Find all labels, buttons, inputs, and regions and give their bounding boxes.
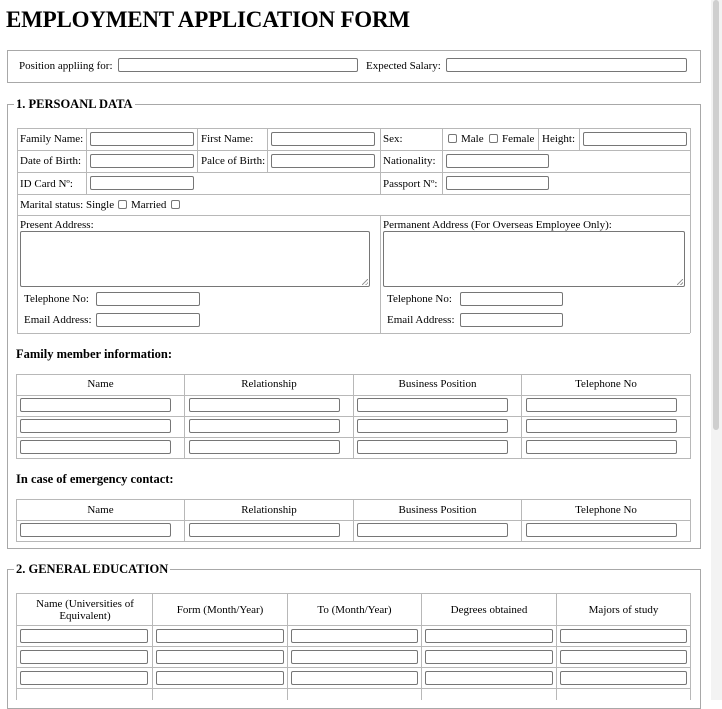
first-name-input[interactable]	[271, 132, 375, 146]
education-col-name: Name (Universities of Equivalent)	[36, 598, 134, 622]
education-col-degrees: Degrees obtained	[450, 604, 528, 616]
male-checkbox[interactable]	[448, 134, 457, 143]
present-address-label: Present Address:	[20, 219, 94, 231]
id-card-label: ID Card Nº:	[20, 178, 73, 190]
education-from-input[interactable]	[156, 650, 284, 664]
education-name-input[interactable]	[20, 650, 148, 664]
family-name-label: Family Name:	[20, 133, 84, 145]
family-position-input[interactable]	[357, 419, 508, 433]
family-relationship-input[interactable]	[189, 398, 340, 412]
height-label: Height:	[542, 133, 575, 145]
education-to-input[interactable]	[291, 629, 418, 643]
position-input[interactable]	[118, 58, 358, 72]
family-col-telephone: Telephone No	[575, 378, 637, 390]
permanent-address-textarea[interactable]	[383, 231, 685, 287]
education-legend: 2. GENERAL EDUCATION	[14, 562, 171, 577]
family-name-input[interactable]	[20, 398, 171, 412]
emergency-position-input[interactable]	[357, 523, 508, 537]
education-degree-input[interactable]	[425, 650, 553, 664]
family-name-input[interactable]	[20, 440, 171, 454]
permanent-telephone-label: Telephone No:	[387, 293, 452, 305]
scrollbar-thumb[interactable]	[713, 0, 719, 430]
family-name-input[interactable]	[90, 132, 194, 146]
resize-grip-icon[interactable]	[362, 279, 368, 285]
family-telephone-input[interactable]	[526, 419, 677, 433]
family-relationship-input[interactable]	[189, 419, 340, 433]
education-col-majors: Majors of study	[588, 604, 659, 616]
education-major-input[interactable]	[560, 671, 687, 685]
emergency-contact-heading: In case of emergency contact:	[16, 472, 174, 486]
family-col-business-position: Business Position	[398, 378, 477, 390]
education-degree-input[interactable]	[425, 629, 553, 643]
emergency-col-name: Name	[87, 504, 114, 516]
first-name-label: First Name:	[201, 133, 254, 145]
marital-status-label: Marital status: Single	[20, 199, 115, 211]
education-col-to: To (Month/Year)	[317, 604, 392, 616]
permanent-email-input[interactable]	[460, 313, 563, 327]
family-name-input[interactable]	[20, 419, 171, 433]
emergency-col-relationship: Relationship	[241, 504, 297, 516]
passport-label: Passport Nº:	[383, 178, 438, 190]
resize-grip-icon[interactable]	[677, 279, 683, 285]
salary-label: Expected Salary:	[366, 60, 441, 72]
education-to-input[interactable]	[291, 671, 418, 685]
family-telephone-input[interactable]	[526, 440, 677, 454]
present-telephone-input[interactable]	[96, 292, 200, 306]
education-from-input[interactable]	[156, 629, 284, 643]
single-checkbox[interactable]	[118, 200, 127, 209]
education-to-input[interactable]	[291, 650, 418, 664]
permanent-address-label: Permanent Address (For Overseas Employee…	[383, 219, 612, 231]
education-major-input[interactable]	[560, 650, 687, 664]
emergency-telephone-input[interactable]	[526, 523, 677, 537]
family-member-heading: Family member information:	[16, 347, 172, 361]
nationality-label: Nationality:	[383, 155, 436, 167]
personal-data-legend: 1. PERSOANL DATA	[14, 97, 135, 112]
education-col-from: Form (Month/Year)	[176, 604, 264, 616]
family-relationship-input[interactable]	[189, 440, 340, 454]
family-col-relationship: Relationship	[241, 378, 297, 390]
education-name-input[interactable]	[20, 629, 148, 643]
height-input[interactable]	[583, 132, 687, 146]
id-card-input[interactable]	[90, 176, 194, 190]
education-major-input[interactable]	[560, 629, 687, 643]
emergency-name-input[interactable]	[20, 523, 171, 537]
family-position-input[interactable]	[357, 398, 508, 412]
position-label: Position appliing for:	[19, 60, 113, 72]
passport-input[interactable]	[446, 176, 549, 190]
male-label: Male	[461, 133, 484, 145]
education-name-input[interactable]	[20, 671, 148, 685]
present-email-label: Email Address:	[24, 314, 92, 326]
salary-input[interactable]	[446, 58, 687, 72]
education-degree-input[interactable]	[425, 671, 553, 685]
dob-input[interactable]	[90, 154, 194, 168]
family-col-name: Name	[87, 378, 114, 390]
family-telephone-input[interactable]	[526, 398, 677, 412]
female-checkbox[interactable]	[489, 134, 498, 143]
family-position-input[interactable]	[357, 440, 508, 454]
permanent-email-label: Email Address:	[387, 314, 455, 326]
emergency-relationship-input[interactable]	[189, 523, 340, 537]
present-address-textarea[interactable]	[20, 231, 370, 287]
emergency-col-telephone: Telephone No	[575, 504, 637, 516]
education-from-input[interactable]	[156, 671, 284, 685]
present-telephone-label: Telephone No:	[24, 293, 89, 305]
female-label: Female	[502, 133, 535, 145]
page-title: EMPLOYMENT APPLICATION FORM	[6, 7, 410, 32]
present-email-input[interactable]	[96, 313, 200, 327]
married-label: Married	[131, 199, 167, 211]
dob-label: Date of Birth:	[20, 155, 82, 167]
married-checkbox[interactable]	[171, 200, 180, 209]
pob-input[interactable]	[271, 154, 375, 168]
emergency-col-business-position: Business Position	[398, 504, 477, 516]
pob-label: Palce of Birth:	[201, 155, 266, 167]
sex-label: Sex:	[383, 133, 403, 145]
permanent-telephone-input[interactable]	[460, 292, 563, 306]
nationality-input[interactable]	[446, 154, 549, 168]
